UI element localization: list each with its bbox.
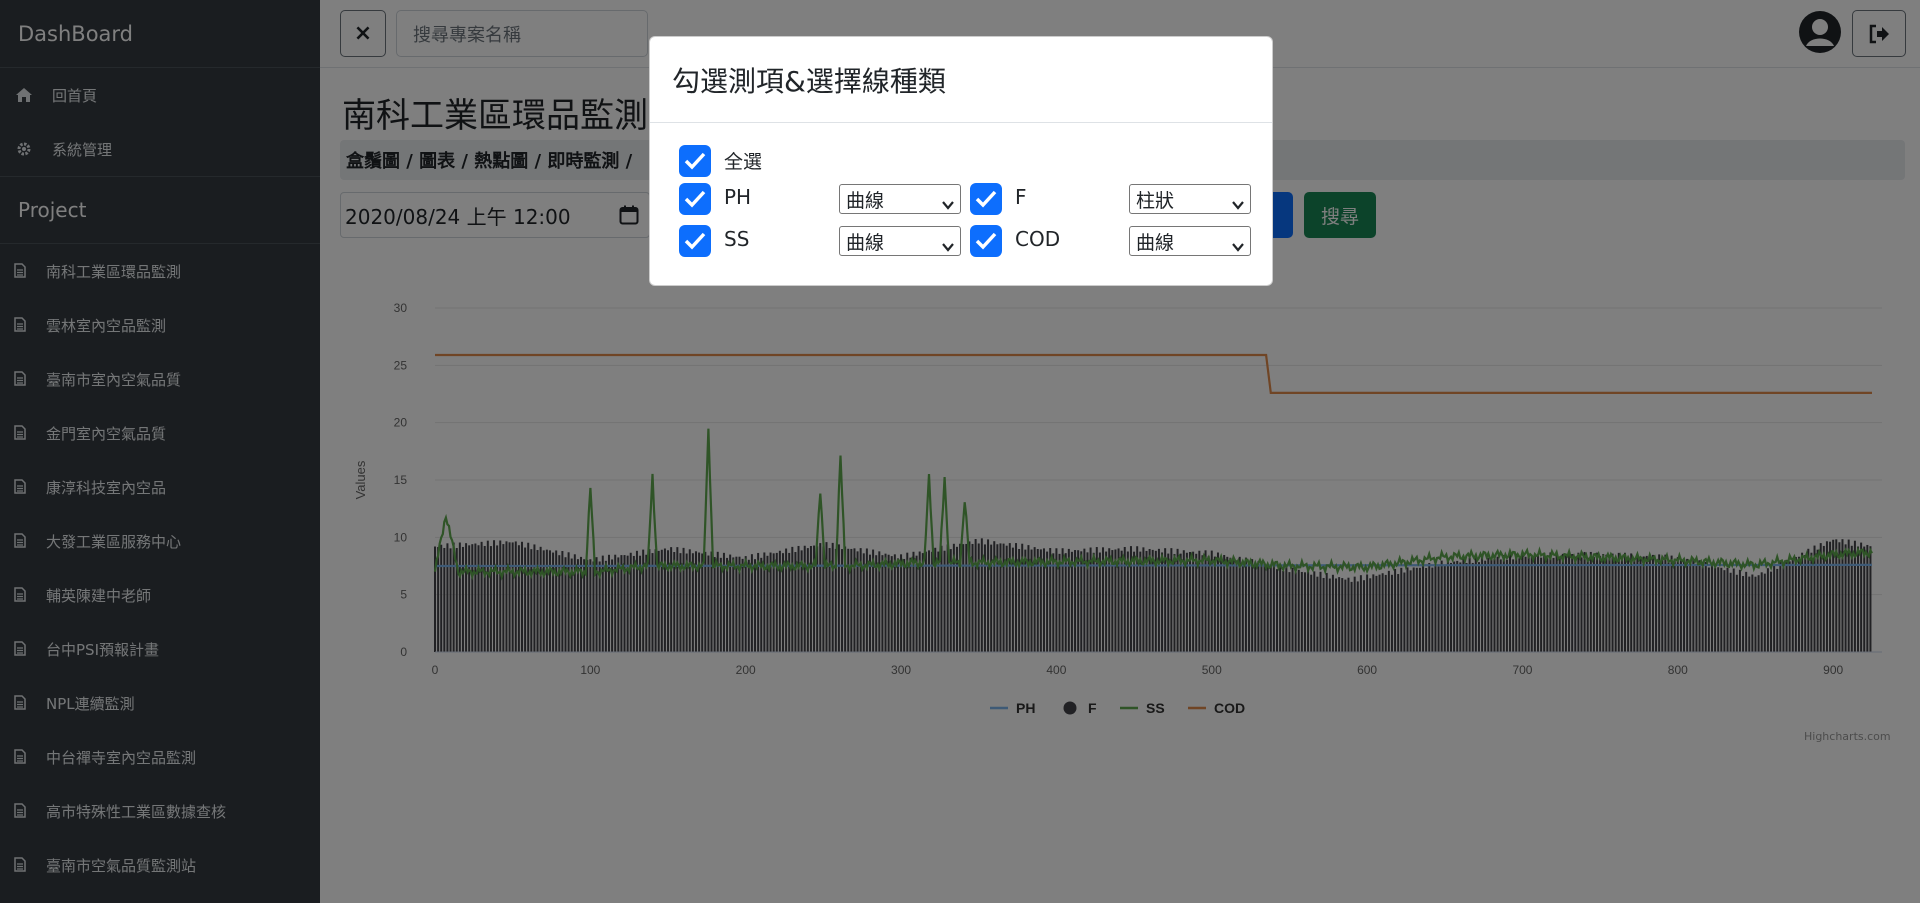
ss-type-value: 曲線 bbox=[846, 231, 885, 254]
chevron-down-icon bbox=[1232, 235, 1244, 257]
cod-type-select[interactable]: 曲線 bbox=[1129, 226, 1251, 256]
f-type-select[interactable]: 柱狀 bbox=[1129, 184, 1251, 214]
select-all-checkbox[interactable] bbox=[679, 145, 711, 177]
f-checkbox[interactable] bbox=[970, 183, 1002, 215]
chevron-down-icon bbox=[942, 235, 954, 257]
cod-label: COD bbox=[1015, 227, 1061, 251]
ss-checkbox[interactable] bbox=[679, 225, 711, 257]
chevron-down-icon bbox=[1232, 193, 1244, 215]
select-all-label: 全選 bbox=[724, 151, 763, 173]
cod-type-value: 曲線 bbox=[1136, 231, 1175, 254]
ss-label: SS bbox=[724, 227, 750, 251]
ss-type-select[interactable]: 曲線 bbox=[839, 226, 961, 256]
ph-checkbox[interactable] bbox=[679, 183, 711, 215]
ph-type-select[interactable]: 曲線 bbox=[839, 184, 961, 214]
ph-type-value: 曲線 bbox=[846, 189, 885, 212]
ph-label: PH bbox=[724, 185, 752, 209]
f-type-value: 柱狀 bbox=[1136, 189, 1175, 212]
cod-checkbox[interactable] bbox=[970, 225, 1002, 257]
modal-title: 勾選測項&選擇線種類 bbox=[650, 37, 1272, 123]
chevron-down-icon bbox=[942, 193, 954, 215]
series-select-modal: 勾選測項&選擇線種類 全選 PH 曲線 F 柱狀 SS 曲線 COD 曲線 bbox=[649, 36, 1273, 286]
f-label: F bbox=[1015, 185, 1027, 209]
